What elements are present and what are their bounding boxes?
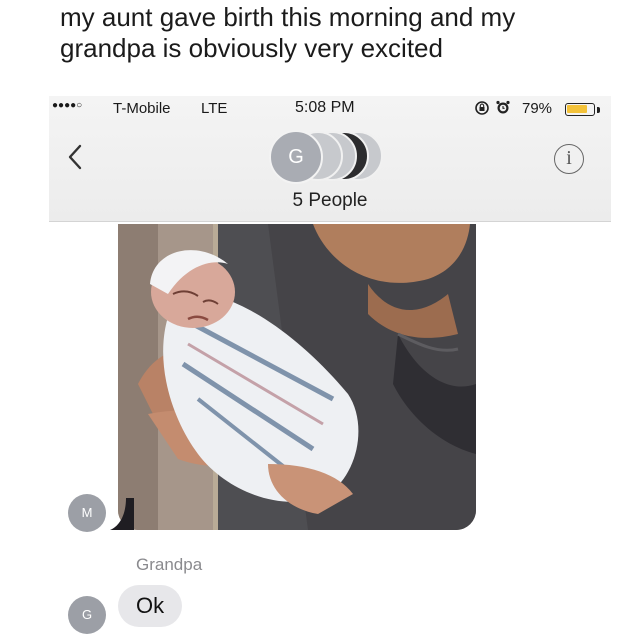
people-count[interactable]: 5 People [49,190,611,212]
sender-avatar-m[interactable]: M [68,494,106,532]
carrier-name: T-Mobile [113,100,171,117]
photo-message[interactable] [118,224,476,530]
caption-line-2: grandpa is obviously very excited [60,33,443,63]
newborn-photo [118,224,476,530]
battery-percent: 79% [522,100,553,117]
chevron-left-icon[interactable] [63,142,89,172]
battery-icon [565,103,595,116]
lock-rotation-icon [474,100,490,119]
info-icon[interactable]: i [554,144,584,174]
message-bubble[interactable]: Ok [118,585,183,627]
bubble-tail [108,498,134,530]
sender-name: Grandpa [136,555,203,574]
post-caption: my aunt gave birth this morning and my g… [60,2,620,64]
caption-line-1: my aunt gave birth this morning and my [60,2,516,32]
status-time: 5:08 PM [295,99,355,116]
status-bar: ●●●●○ T-Mobile LTE 5:08 PM 79% [49,96,611,122]
alarm-icon [495,99,511,118]
sender-avatar-g[interactable]: G [68,596,106,634]
network-type: LTE [201,100,228,117]
battery-level-fill [567,105,587,113]
signal-strength-icon: ●●●●○ [52,100,83,111]
group-avatar-stack[interactable]: G [267,128,389,186]
battery-tip [597,107,600,113]
messages-header: ●●●●○ T-Mobile LTE 5:08 PM 79% G 5 Peopl… [49,96,611,222]
group-avatar: G [269,130,323,184]
